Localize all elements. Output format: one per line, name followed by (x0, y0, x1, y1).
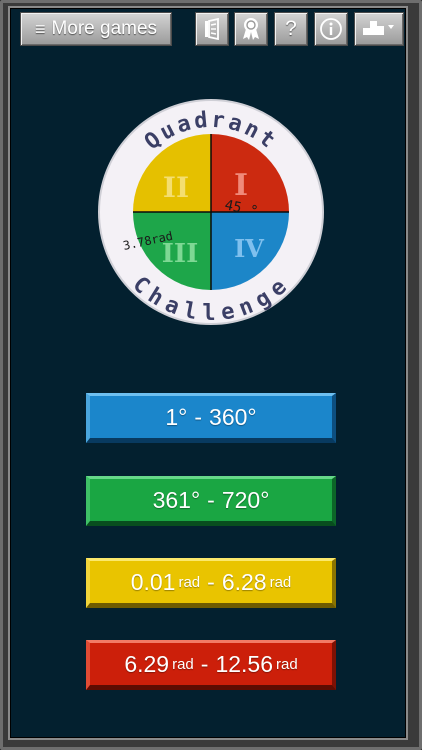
range-separator: - (207, 568, 215, 595)
range-end: 720° (221, 486, 270, 513)
range-end-unit: rad (269, 573, 292, 591)
range-button-radians-1[interactable]: 0.01 rad - 6.28 rad (86, 558, 336, 608)
numeral-i: I (234, 168, 248, 203)
leaderboard-button[interactable] (354, 12, 404, 46)
menu-icon: ≡ (34, 18, 46, 39)
more-games-button[interactable]: ≡ More games (20, 12, 172, 46)
more-games-label: More games (51, 18, 158, 39)
help-button[interactable]: ? (274, 12, 308, 46)
range-separator: - (207, 486, 215, 513)
info-icon (319, 17, 343, 41)
range-start: 0.01 (130, 568, 176, 595)
range-start-unit: rad (178, 573, 201, 591)
numeral-ii: II (163, 171, 189, 204)
info-button[interactable] (314, 12, 348, 46)
range-button-degrees-1[interactable]: 1° - 360° (86, 393, 336, 443)
range-separator: - (200, 650, 209, 677)
range-end: 6.28 (221, 568, 267, 595)
theory-book-icon (201, 18, 223, 40)
range-end-unit: rad (276, 655, 298, 673)
range-button-degrees-2[interactable]: 361° - 720° (86, 476, 336, 526)
range-button-radians-2[interactable]: 6.29 rad - 12.56 rad (86, 640, 336, 690)
achievement-ribbon-icon (240, 17, 262, 41)
help-icon: ? (285, 17, 297, 40)
range-end: 12.56 (215, 650, 273, 677)
range-start: 1° (165, 403, 188, 430)
range-end: 360° (209, 403, 257, 430)
range-start: 361° (152, 486, 201, 513)
leaderboard-podium-icon (362, 17, 396, 41)
numeral-iv: IV (234, 234, 264, 263)
achievements-button[interactable] (234, 12, 268, 46)
range-separator: - (194, 403, 203, 430)
quadrant-challenge-logo: I II III IV 45 ° 3.78rad Quadrant Challe… (98, 99, 324, 326)
theory-button[interactable] (195, 12, 229, 46)
range-start-unit: rad (172, 655, 194, 673)
range-start: 6.29 (124, 650, 170, 677)
